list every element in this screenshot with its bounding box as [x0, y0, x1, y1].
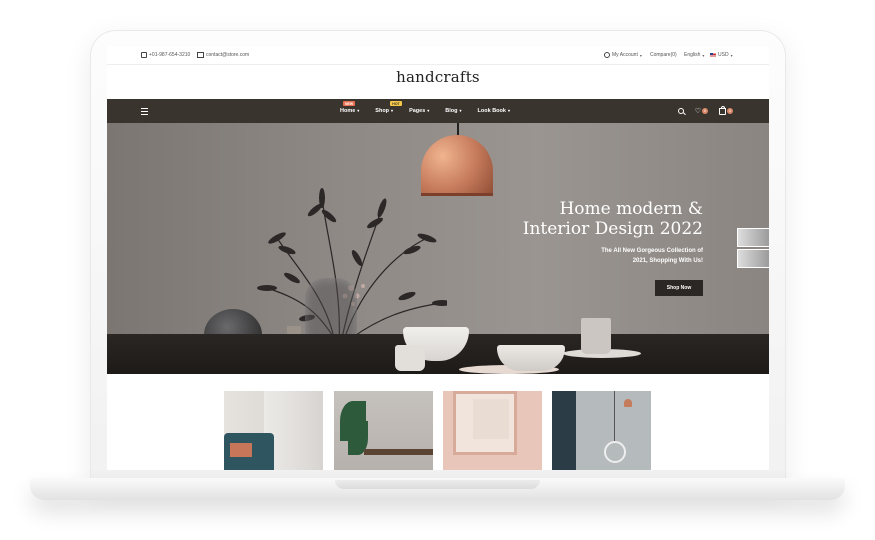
- cart-count: 0: [727, 108, 733, 114]
- language-label: English: [684, 52, 701, 58]
- mail-icon: [197, 52, 204, 58]
- search-icon[interactable]: [677, 108, 684, 114]
- hero-title-line2: Interior Design 2022: [522, 219, 703, 239]
- hero-subtitle-line1: The All New Gorgeous Collection of: [601, 248, 703, 254]
- hero-subtitle: The All New Gorgeous Collection of 2021,…: [503, 246, 703, 266]
- email-address: contact@store.com: [206, 52, 250, 58]
- category-image-2[interactable]: [334, 391, 433, 470]
- email-contact[interactable]: contact@store.com: [197, 52, 249, 58]
- pendant-wire: [614, 391, 615, 441]
- laptop-notch: [335, 480, 540, 489]
- chevron-down-icon: ▾: [427, 108, 430, 113]
- site-logo[interactable]: handcrafts: [107, 68, 769, 86]
- hamburger-menu-icon[interactable]: [141, 108, 148, 115]
- hero-title-line1: Home modern &: [559, 199, 703, 219]
- grey-bowl: [497, 345, 565, 371]
- compare-link[interactable]: Compare(0): [650, 52, 677, 58]
- phone-icon: [141, 52, 147, 58]
- picture-frame-inner: [473, 399, 509, 439]
- chevron-down-icon: ▾: [507, 108, 510, 113]
- side-demo-thumb-2[interactable]: [737, 249, 769, 268]
- nav-item-label: Pages: [409, 108, 426, 114]
- nav-item-label: Shop: [375, 108, 390, 114]
- category-image-3[interactable]: [443, 391, 542, 470]
- website-screen: +01-987-654-3210 contact@store.com My Ac…: [107, 46, 769, 470]
- nav-actions: ♡ 0 0: [677, 99, 733, 123]
- shop-now-button[interactable]: Shop Now: [655, 280, 703, 296]
- chevron-down-icon: ▾: [357, 108, 360, 113]
- mug: [395, 345, 425, 371]
- nav-item-label: Blog: [445, 108, 458, 114]
- nav-item-label: Look Book: [477, 108, 506, 114]
- nav-item-blog[interactable]: Blog ▾: [445, 108, 461, 114]
- my-account-menu[interactable]: My Account ▾: [604, 52, 642, 58]
- side-demo-thumb-1[interactable]: [737, 228, 769, 247]
- top-bar: +01-987-654-3210 contact@store.com My Ac…: [107, 46, 769, 65]
- nav-item-shop[interactable]: HOT Shop ▾: [375, 101, 402, 114]
- compare-label: Compare(0): [650, 52, 677, 58]
- new-badge: NEW: [343, 101, 356, 106]
- dark-panel: [552, 391, 576, 470]
- desk: [364, 449, 433, 455]
- heart-icon: ♡: [694, 107, 701, 115]
- category-image-4[interactable]: [552, 391, 651, 470]
- currency-selector[interactable]: USD ▾: [710, 52, 733, 58]
- category-image-1[interactable]: [224, 391, 323, 470]
- nav-item-label: Home: [340, 108, 356, 114]
- phone-number: +01-987-654-3210: [149, 52, 191, 58]
- hero-banner: Home modern & Interior Design 2022 The A…: [107, 123, 769, 374]
- language-selector[interactable]: English ▾: [684, 52, 704, 58]
- ring-light: [604, 441, 626, 463]
- phone-contact[interactable]: +01-987-654-3210: [141, 52, 190, 58]
- us-flag-icon: [710, 53, 716, 57]
- cup: [581, 318, 611, 354]
- hero-title: Home modern & Interior Design 2022: [443, 199, 703, 239]
- nav-item-home[interactable]: NEW Home ▾: [340, 101, 360, 114]
- hot-badge: HOT: [390, 101, 402, 106]
- currency-label: USD: [718, 52, 729, 58]
- chevron-down-icon: ▾: [730, 52, 733, 58]
- shopping-bag-icon: [719, 106, 726, 115]
- cushion: [230, 443, 252, 457]
- hero-subtitle-line2: 2021, Shopping With Us!: [632, 258, 703, 264]
- chevron-down-icon: ▾: [702, 52, 705, 58]
- main-nav: NEW Home ▾ HOT Shop ▾ Pages ▾ Blog ▾ Look Bo…: [107, 99, 769, 123]
- chevron-down-icon: ▾: [639, 52, 642, 58]
- chevron-down-icon: ▾: [391, 108, 394, 113]
- nav-item-look-book[interactable]: Look Book ▾: [478, 108, 510, 114]
- chevron-down-icon: ▾: [459, 108, 462, 113]
- wishlist-button[interactable]: ♡ 0: [695, 108, 708, 115]
- nav-item-pages[interactable]: Pages ▾: [409, 108, 429, 114]
- nav-links: NEW Home ▾ HOT Shop ▾ Pages ▾ Blog ▾ Look Bo…: [340, 99, 526, 123]
- cart-button[interactable]: 0: [719, 106, 733, 115]
- my-account-label: My Account: [612, 52, 638, 58]
- wishlist-count: 0: [702, 108, 708, 114]
- user-icon: [604, 52, 610, 58]
- copper-shade: [624, 399, 632, 407]
